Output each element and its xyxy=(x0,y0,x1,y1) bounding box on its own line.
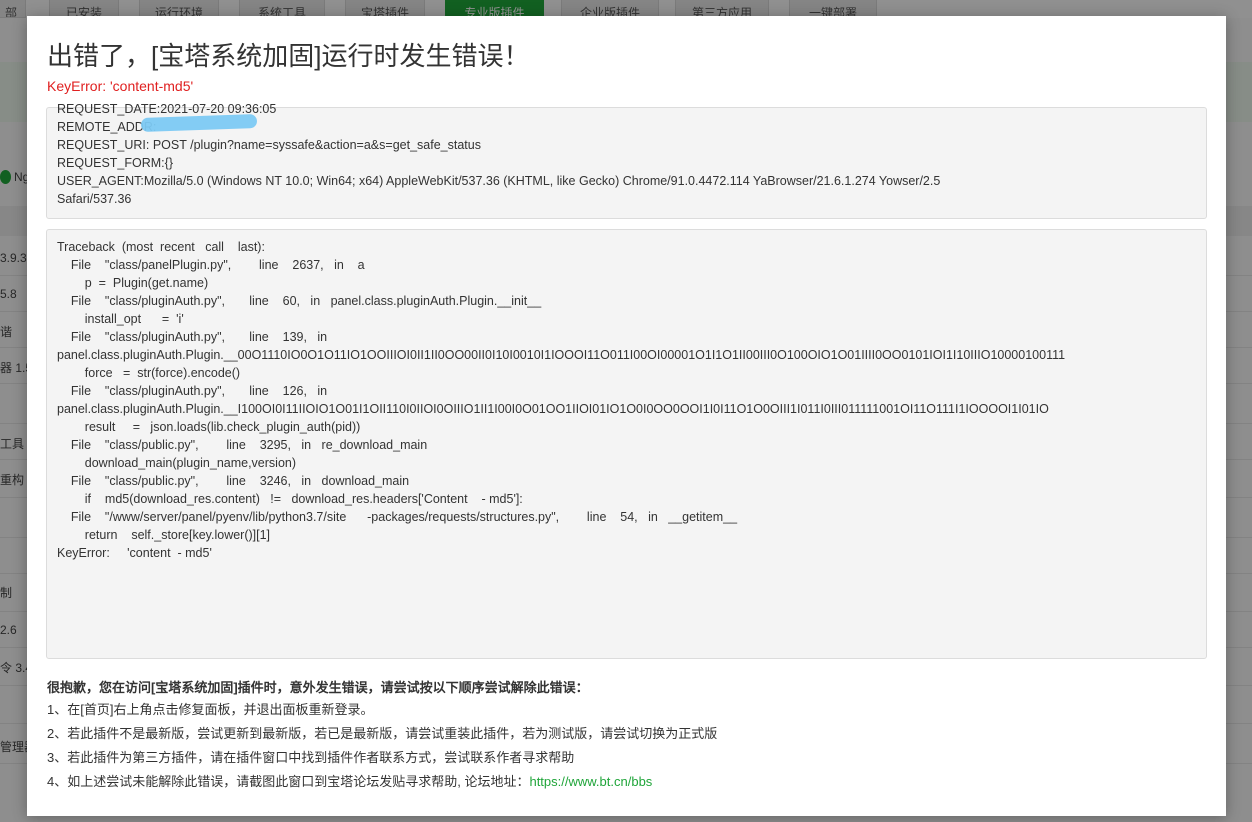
request-uri: REQUEST_URI: POST /plugin?name=syssafe&a… xyxy=(57,138,481,152)
traceback-line: return self._store[key.lower()][1] xyxy=(57,528,271,542)
traceback-line: File "/www/server/panel/pyenv/lib/python… xyxy=(57,510,738,524)
forum-link[interactable]: https://www.bt.cn/bbs xyxy=(529,774,652,789)
request-form: REQUEST_FORM:{} xyxy=(57,156,173,170)
traceback-line: download_main(plugin_name,version) xyxy=(57,456,297,470)
help-item: 2、若此插件不是最新版，尝试更新到最新版，若已是最新版，请尝试重装此插件，若为测… xyxy=(47,726,718,741)
traceback-line: Traceback (most recent call last): xyxy=(57,240,265,254)
dialog-title: 出错了，[宝塔系统加固]运行时发生错误！ xyxy=(47,41,530,71)
help-item: 1、在[首页]右上角点击修复面板，并退出面板重新登录。 xyxy=(47,702,374,717)
traceback-line: force = str(force).encode() xyxy=(57,366,241,380)
help-item: 3、若此插件为第三方插件，请在插件窗口中找到插件作者联系方式，尝试联系作者寻求帮… xyxy=(47,750,575,765)
traceback-line: install_opt = 'i' xyxy=(57,312,184,326)
help-title: 很抱歉，您在访问[宝塔系统加固]插件时，意外发生错误，请尝试按以下顺序尝试解除此… xyxy=(47,680,589,695)
error-summary: KeyError: 'content-md5' xyxy=(47,78,194,94)
traceback-box: Traceback (most recent call last): File … xyxy=(46,229,1207,659)
traceback-line: File "class/pluginAuth.py", line 126, in xyxy=(57,384,328,398)
traceback-line: if md5(download_res.content) != download… xyxy=(57,492,523,506)
traceback-line: KeyError: 'content - md5' xyxy=(57,546,212,560)
traceback-line: result = json.loads(lib.check_plugin_aut… xyxy=(57,420,361,434)
traceback-line: panel.class.pluginAuth.Plugin.__I100OI0I… xyxy=(57,402,1049,416)
redaction-mark xyxy=(140,113,258,133)
request-info-box: REQUEST_DATE:2021-07-20 09:36:05 REMOTE_… xyxy=(46,102,1207,219)
help-item-text: 4、如上述尝试未能解除此错误，请截图此窗口到宝塔论坛发贴寻求帮助, 论坛地址： xyxy=(47,774,530,789)
help-section: 很抱歉，您在访问[宝塔系统加固]插件时，意外发生错误，请尝试按以下顺序尝试解除此… xyxy=(47,678,717,794)
error-dialog: 出错了，[宝塔系统加固]运行时发生错误！ KeyError: 'content-… xyxy=(27,16,1226,816)
help-item-forum: 4、如上述尝试未能解除此错误，请截图此窗口到宝塔论坛发贴寻求帮助, 论坛地址：h… xyxy=(47,770,717,794)
traceback-line: File "class/public.py", line 3295, in re… xyxy=(57,438,428,452)
traceback-line: panel.class.pluginAuth.Plugin.__00O1110I… xyxy=(57,348,1066,362)
traceback-line: File "class/public.py", line 3246, in do… xyxy=(57,474,410,488)
user-agent-continued: Safari/537.36 xyxy=(57,192,132,206)
user-agent: USER_AGENT:Mozilla/5.0 (Windows NT 10.0;… xyxy=(57,174,941,188)
traceback-lines: Traceback (most recent call last): File … xyxy=(57,238,1198,562)
traceback-line: p = Plugin(get.name) xyxy=(57,276,209,290)
traceback-line: File "class/pluginAuth.py", line 139, in xyxy=(57,330,328,344)
traceback-line: File "class/pluginAuth.py", line 60, in … xyxy=(57,294,542,308)
traceback-line: File "class/panelPlugin.py", line 2637, … xyxy=(57,258,365,272)
